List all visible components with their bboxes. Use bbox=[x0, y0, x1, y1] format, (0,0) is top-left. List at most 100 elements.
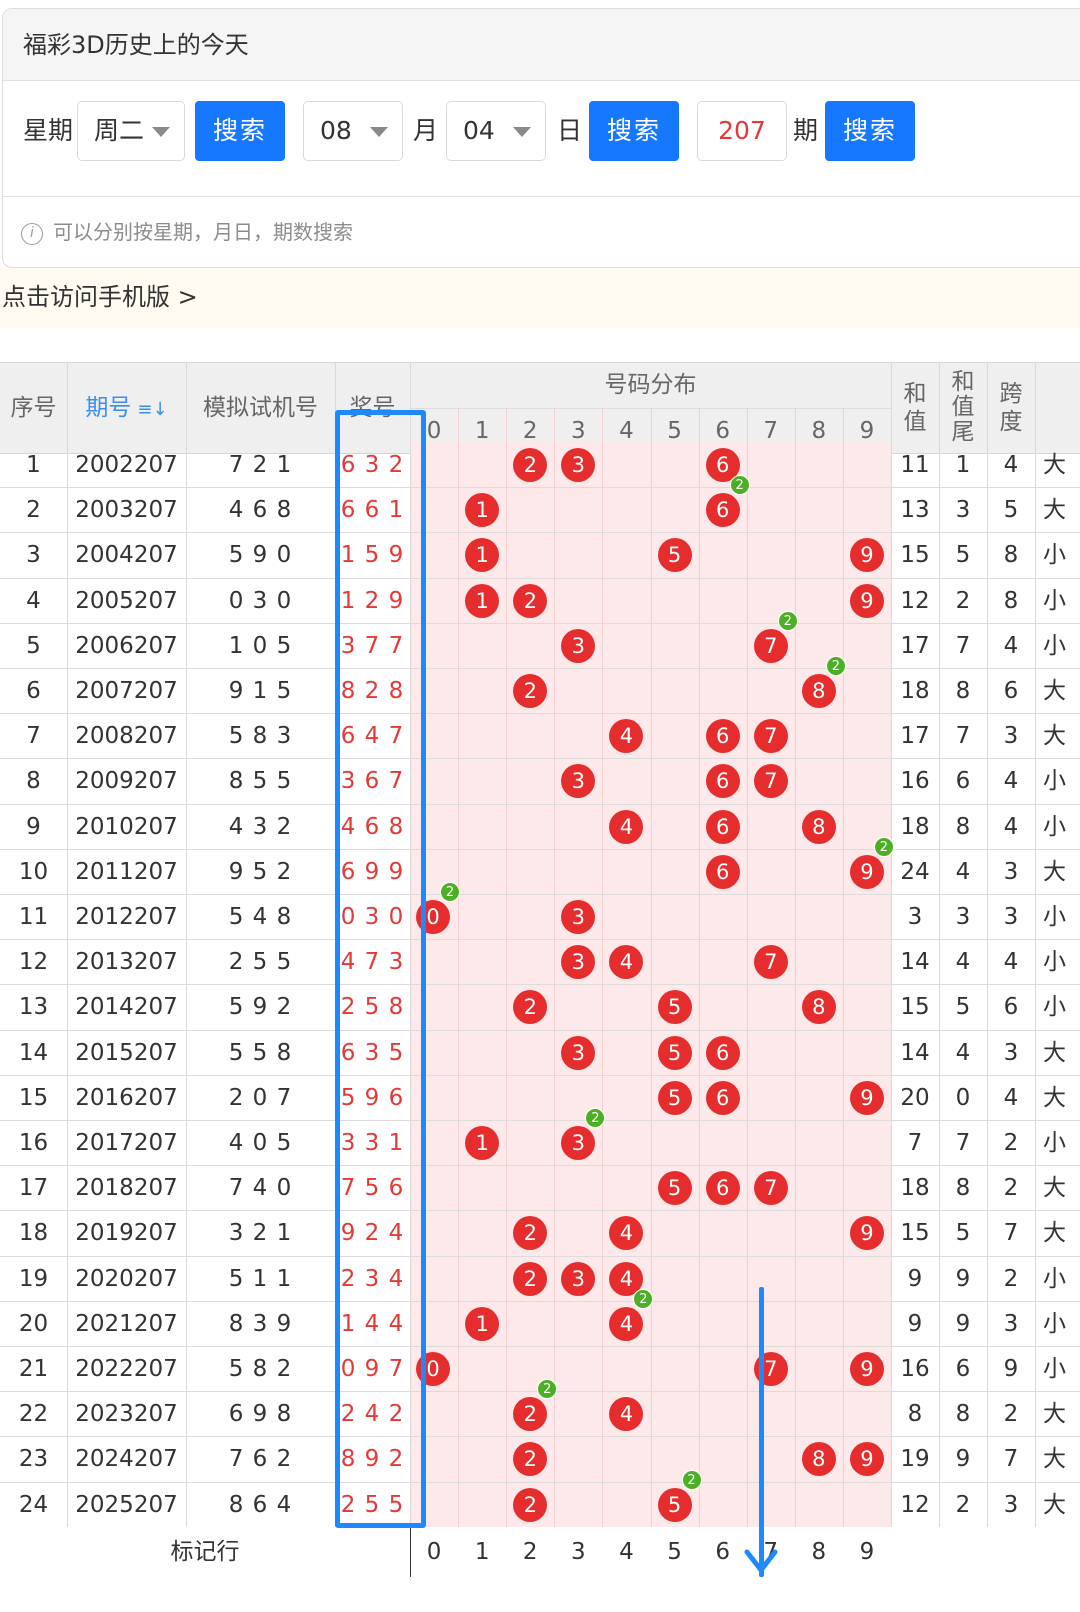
day-label: 日 bbox=[557, 116, 583, 145]
cell-issue: 2015207 bbox=[75, 1039, 178, 1066]
cell-index: 17 bbox=[18, 1175, 49, 1202]
cell-span: 2 bbox=[1003, 1130, 1019, 1156]
search-date-button[interactable]: 搜索 bbox=[589, 101, 679, 161]
cell-sum: 9 bbox=[907, 1310, 923, 1337]
cell-sum-tail: 6 bbox=[955, 1356, 971, 1382]
marker-digit-5[interactable]: 5 bbox=[651, 1527, 699, 1577]
repeat-badge: 2 bbox=[825, 656, 846, 676]
search-issue-button[interactable]: 搜索 bbox=[825, 101, 915, 161]
cell-size: 大 bbox=[1043, 452, 1066, 478]
mobile-version-link[interactable]: 点击访问手机版 > bbox=[0, 268, 1080, 328]
cell-span: 6 bbox=[1003, 678, 1019, 704]
day-value: 04 bbox=[463, 116, 495, 145]
annotation-arrow bbox=[759, 1287, 764, 1577]
cell-trial-number: 8 6 4 bbox=[228, 1491, 293, 1518]
cell-size: 大 bbox=[1043, 723, 1066, 750]
cell-trial-number: 2 5 5 bbox=[228, 949, 293, 976]
marker-digit-4[interactable]: 4 bbox=[602, 1527, 650, 1577]
cell-span: 7 bbox=[1003, 1446, 1019, 1473]
cell-size: 大 bbox=[1043, 1175, 1066, 1202]
cell-span: 4 bbox=[1003, 632, 1019, 659]
divider bbox=[3, 196, 1080, 197]
cell-index: 13 bbox=[18, 994, 49, 1021]
cell-sum-tail: 7 bbox=[955, 1130, 971, 1156]
cell-issue: 2014207 bbox=[75, 994, 178, 1021]
day-select[interactable]: 04 bbox=[446, 101, 546, 161]
cell-trial-number: 5 1 1 bbox=[228, 1265, 293, 1292]
ball-digit-5: 5 bbox=[657, 1035, 692, 1070]
cell-issue: 2006207 bbox=[75, 632, 178, 659]
col-header-sum: 和值 bbox=[891, 380, 939, 436]
cell-index: 2 bbox=[26, 497, 41, 524]
ball-digit-1: 1 bbox=[465, 1126, 500, 1160]
month-select[interactable]: 08 bbox=[303, 101, 403, 161]
marker-digit-8[interactable]: 8 bbox=[795, 1527, 843, 1577]
cell-index: 4 bbox=[26, 587, 41, 614]
cell-span: 8 bbox=[1003, 587, 1019, 614]
cell-issue: 2025207 bbox=[75, 1491, 178, 1518]
cell-sum-tail: 7 bbox=[955, 723, 971, 750]
cell-index: 22 bbox=[18, 1401, 49, 1428]
chevron-down-icon bbox=[152, 127, 170, 137]
issue-header-label: 期号 bbox=[85, 395, 132, 421]
issue-input[interactable]: 207 bbox=[697, 101, 787, 161]
cell-issue: 2008207 bbox=[75, 723, 178, 750]
cell-trial-number: 5 8 2 bbox=[228, 1356, 293, 1382]
cell-sum-tail: 2 bbox=[955, 1491, 971, 1518]
history-table: 序号 期号 ≡↓ 模拟试机号 奖号 号码分布 0 1 2 3 4 5 6 7 8 9 和值和值尾跨度 1 20022… bbox=[0, 362, 1080, 1612]
marker-digit-1[interactable]: 1 bbox=[458, 1527, 506, 1577]
col-header-sum-tail-char: 和 bbox=[951, 369, 975, 395]
sort-icon[interactable]: ≡↓ bbox=[137, 399, 167, 420]
cell-sum-tail: 8 bbox=[955, 1175, 971, 1202]
cell-trial-number: 9 5 2 bbox=[228, 858, 293, 885]
cell-span: 2 bbox=[1003, 1175, 1019, 1202]
col-header-distribution: 号码分布 bbox=[604, 372, 697, 398]
cell-issue: 2024207 bbox=[75, 1446, 178, 1473]
weekday-select[interactable]: 周二 bbox=[77, 101, 185, 161]
marker-digit-2[interactable]: 2 bbox=[506, 1527, 554, 1577]
cell-size: 大 bbox=[1043, 1039, 1066, 1066]
cell-index: 21 bbox=[18, 1356, 49, 1382]
cell-issue: 2004207 bbox=[75, 542, 178, 569]
cell-span: 2 bbox=[1003, 1401, 1019, 1428]
cell-size: 小 bbox=[1043, 949, 1066, 976]
cell-sum-tail: 8 bbox=[955, 1401, 971, 1428]
ball-digit-3: 3 bbox=[561, 628, 596, 663]
marker-digit-6[interactable]: 6 bbox=[699, 1527, 747, 1577]
ball-digit-8: 8 bbox=[801, 809, 836, 844]
cell-index: 8 bbox=[26, 768, 41, 795]
cell-index: 12 bbox=[18, 949, 49, 976]
cell-sum: 12 bbox=[900, 587, 930, 614]
ball-digit-1: 1 bbox=[465, 1306, 500, 1341]
cell-sum: 19 bbox=[900, 1446, 930, 1473]
cell-span: 3 bbox=[1003, 904, 1019, 930]
ball-digit-2: 2 bbox=[513, 674, 548, 708]
cell-sum: 24 bbox=[900, 858, 930, 885]
cell-index: 15 bbox=[18, 1084, 49, 1111]
search-weekday-button[interactable]: 搜索 bbox=[195, 101, 285, 161]
ball-digit-3: 3 bbox=[561, 1261, 596, 1296]
cell-size: 大 bbox=[1043, 497, 1066, 524]
ball-digit-5: 5 bbox=[657, 538, 692, 573]
ball-digit-2: 2 bbox=[513, 1261, 548, 1296]
arrow-down-icon bbox=[744, 1549, 778, 1573]
cell-sum-tail: 5 bbox=[955, 994, 971, 1021]
marker-digit-3[interactable]: 3 bbox=[554, 1527, 602, 1577]
cell-span: 7 bbox=[1003, 1220, 1019, 1247]
ball-digit-8: 8 bbox=[801, 990, 836, 1025]
col-header-span-char: 度 bbox=[999, 409, 1023, 435]
cell-sum: 9 bbox=[907, 1265, 923, 1292]
cell-index: 20 bbox=[18, 1310, 49, 1337]
marker-digit-0[interactable]: 0 bbox=[410, 1527, 458, 1577]
ball-digit-6: 6 bbox=[705, 1171, 740, 1206]
ball-digit-5: 5 bbox=[657, 990, 692, 1025]
cell-size: 小 bbox=[1043, 587, 1066, 614]
marker-digit-9[interactable]: 9 bbox=[843, 1527, 891, 1577]
cell-sum-tail: 0 bbox=[955, 1084, 971, 1111]
cell-sum: 8 bbox=[907, 1401, 923, 1428]
ball-digit-4: 4 bbox=[609, 1306, 644, 1341]
cell-sum-tail: 2 bbox=[955, 587, 971, 614]
cell-sum: 15 bbox=[900, 994, 930, 1021]
ball-digit-5: 5 bbox=[657, 1487, 692, 1522]
cell-span: 5 bbox=[1003, 497, 1019, 524]
